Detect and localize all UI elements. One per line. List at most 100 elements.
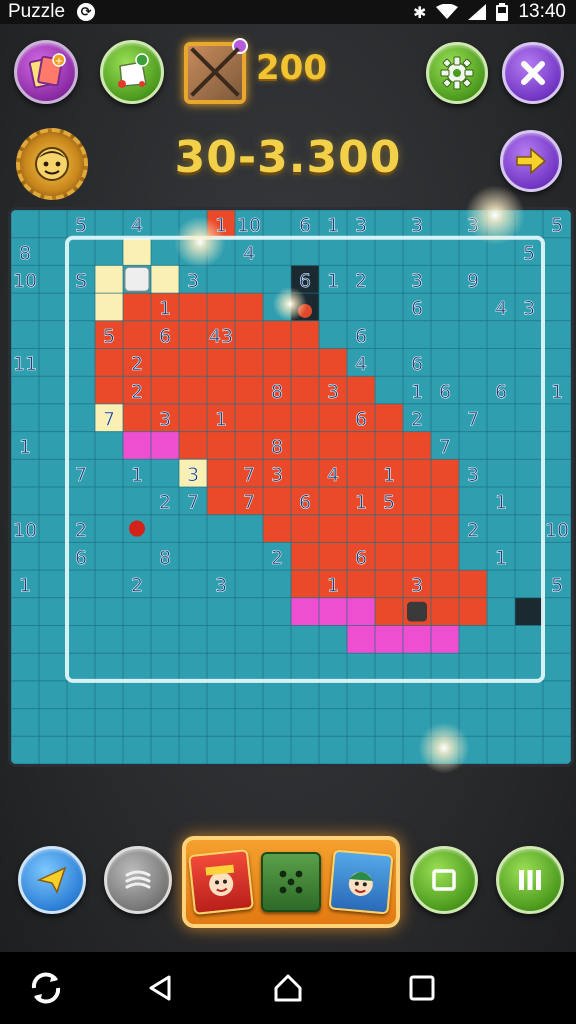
board-cell[interactable] <box>11 625 39 654</box>
board-cell[interactable] <box>11 597 39 626</box>
board-cell[interactable] <box>319 625 347 654</box>
board-cell[interactable] <box>123 487 151 515</box>
board-cell[interactable] <box>431 514 459 543</box>
board-cell[interactable] <box>123 597 151 626</box>
board-cell[interactable] <box>263 570 291 598</box>
board-cell[interactable] <box>39 403 67 432</box>
board-cell[interactable] <box>39 293 67 321</box>
board-cell[interactable] <box>291 459 319 487</box>
board-cell[interactable] <box>179 320 207 349</box>
board-cell[interactable] <box>431 708 459 737</box>
bag-button[interactable] <box>100 40 164 104</box>
board-cell[interactable] <box>459 320 487 349</box>
board-cell[interactable] <box>39 653 67 681</box>
board-cell[interactable] <box>431 736 459 764</box>
board-cell[interactable] <box>263 403 291 432</box>
board-cell[interactable] <box>179 210 207 238</box>
board-cell[interactable] <box>39 542 67 571</box>
board-cell[interactable] <box>235 570 263 598</box>
board-cell[interactable] <box>487 736 515 764</box>
board-cell[interactable] <box>291 237 319 266</box>
board-cell[interactable] <box>431 403 459 432</box>
board-cell[interactable] <box>179 514 207 543</box>
board-cell[interactable] <box>375 210 403 238</box>
board-cell[interactable] <box>11 320 39 349</box>
board-cell[interactable] <box>431 625 459 654</box>
board-cell[interactable] <box>235 320 263 349</box>
board-cell[interactable] <box>207 376 235 404</box>
board-cell[interactable] <box>207 680 235 709</box>
board-cell[interactable] <box>95 542 123 571</box>
board-cell[interactable] <box>487 403 515 432</box>
board-cell[interactable] <box>151 210 179 238</box>
board-cell[interactable] <box>543 237 571 266</box>
board-cell[interactable] <box>347 514 375 543</box>
board-cell[interactable] <box>431 570 459 598</box>
board-cell[interactable] <box>179 403 207 432</box>
board-cell[interactable] <box>515 542 543 571</box>
board-cell[interactable] <box>235 542 263 571</box>
board-cell[interactable] <box>375 736 403 764</box>
board-cell[interactable] <box>263 320 291 349</box>
board-cell[interactable] <box>515 487 543 515</box>
board-cell[interactable] <box>207 542 235 571</box>
board-cell[interactable] <box>179 376 207 404</box>
board-cell[interactable] <box>67 736 95 764</box>
board-cell[interactable] <box>543 348 571 377</box>
board-cell[interactable] <box>487 597 515 626</box>
board-cell[interactable] <box>375 597 403 626</box>
board-cell[interactable] <box>347 293 375 321</box>
board-cell[interactable] <box>543 653 571 681</box>
board-cell[interactable] <box>11 708 39 737</box>
board-cell[interactable] <box>291 597 319 626</box>
board-cell[interactable] <box>151 625 179 654</box>
board-cell[interactable] <box>375 265 403 294</box>
board-cell[interactable] <box>515 348 543 377</box>
board-cell[interactable] <box>291 514 319 543</box>
board-cell[interactable] <box>123 708 151 737</box>
board-cell[interactable] <box>151 736 179 764</box>
board-cell[interactable] <box>459 237 487 266</box>
board-cell[interactable] <box>95 376 123 404</box>
board-cell[interactable] <box>95 487 123 515</box>
board-cell[interactable] <box>207 625 235 654</box>
board-cell[interactable] <box>39 514 67 543</box>
board-cell[interactable] <box>375 542 403 571</box>
board-cell[interactable] <box>347 459 375 487</box>
board-cell[interactable] <box>319 431 347 460</box>
board-cell[interactable] <box>39 431 67 460</box>
board-cell[interactable] <box>515 265 543 294</box>
board-cell[interactable] <box>459 708 487 737</box>
board-cell[interactable] <box>95 625 123 654</box>
board-cell[interactable] <box>543 265 571 294</box>
board-cell[interactable] <box>151 431 179 460</box>
board-cell[interactable] <box>291 348 319 377</box>
board-cell[interactable] <box>179 293 207 321</box>
board-cell[interactable] <box>543 403 571 432</box>
board-cell[interactable] <box>179 348 207 377</box>
board-cell[interactable] <box>291 625 319 654</box>
stop-button[interactable] <box>410 846 478 914</box>
board-cell[interactable] <box>403 320 431 349</box>
board-cell[interactable] <box>403 459 431 487</box>
board-cell[interactable] <box>319 514 347 543</box>
board-cell[interactable] <box>11 376 39 404</box>
board-cell[interactable] <box>403 237 431 266</box>
board-cell[interactable] <box>515 403 543 432</box>
board-cell[interactable] <box>459 597 487 626</box>
board-cell[interactable] <box>431 680 459 709</box>
board-cell[interactable] <box>151 514 179 543</box>
board-cell[interactable] <box>543 320 571 349</box>
board-cell[interactable] <box>235 653 263 681</box>
board-cell[interactable] <box>123 736 151 764</box>
board-cell[interactable] <box>515 376 543 404</box>
board-cell[interactable] <box>123 403 151 432</box>
board-cell[interactable] <box>319 293 347 321</box>
board-cell[interactable] <box>39 597 67 626</box>
board-cell[interactable] <box>347 736 375 764</box>
board-cell[interactable] <box>151 376 179 404</box>
board-cell[interactable] <box>207 736 235 764</box>
board-cell[interactable] <box>263 487 291 515</box>
board-cell[interactable] <box>403 542 431 571</box>
board-cell[interactable] <box>263 597 291 626</box>
